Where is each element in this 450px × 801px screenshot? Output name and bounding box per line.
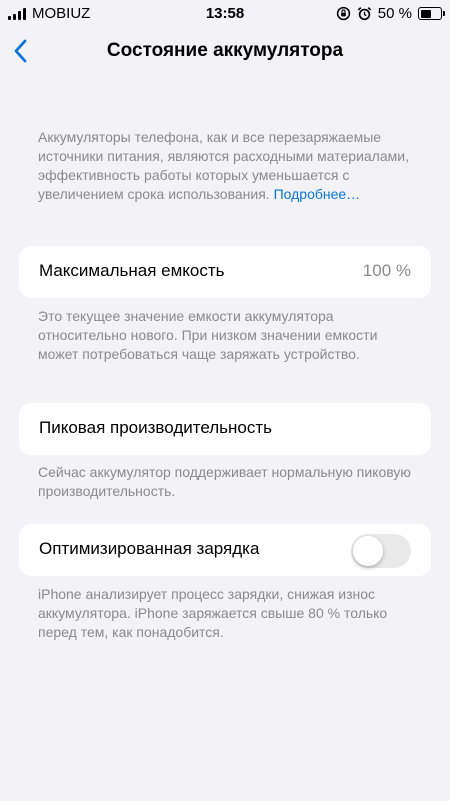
status-bar-right: 50 %: [336, 5, 445, 22]
learn-more-link[interactable]: Подробнее…: [274, 186, 361, 202]
optimized-charging-label: Оптимизированная зарядка: [39, 539, 260, 558]
optimized-charging-footer: iPhone анализирует процесс зарядки, сниж…: [38, 586, 388, 640]
optimized-charging-row: Оптимизированная зарядка: [19, 524, 431, 576]
toggle-knob: [353, 536, 383, 566]
max-capacity-label: Максимальная емкость: [39, 261, 225, 280]
max-capacity-row: Максимальная емкость 100 %: [19, 246, 431, 298]
battery-percent: 50 %: [377, 5, 412, 22]
optimized-charging-toggle[interactable]: [351, 534, 411, 568]
orientation-lock-icon: [336, 6, 350, 21]
max-capacity-footer: Это текущее значение емкости аккумулятор…: [38, 308, 378, 362]
page-title: Состояние аккумулятора: [106, 40, 344, 61]
status-bar: MOBIUZ 13:58 50 %: [0, 0, 450, 26]
alarm-icon: [357, 7, 371, 21]
intro-text: Аккумуляторы телефона, как и все перезар…: [38, 128, 418, 204]
peak-performance-label: Пиковая производительность: [39, 418, 273, 437]
peak-performance-footer: Сейчас аккумулятор поддерживает нормальн…: [38, 464, 411, 499]
peak-performance-row: Пиковая производительность: [19, 403, 431, 455]
navigation-bar: Состояние аккумулятора: [0, 32, 450, 72]
battery-icon: [418, 7, 445, 20]
max-capacity-value: 100 %: [362, 261, 411, 280]
